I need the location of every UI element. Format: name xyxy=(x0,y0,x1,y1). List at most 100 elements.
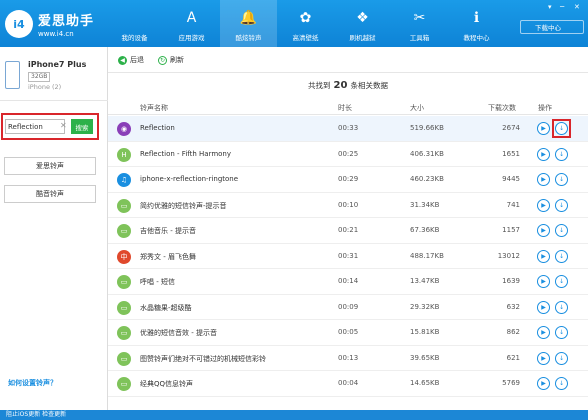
table-row[interactable]: ▭ 水晶糖果-超级酷 00:09 29.32KB 632 ▶ ↓ xyxy=(108,295,588,320)
table-row[interactable]: 中郑秀文 - 眉飞色舞 00:31 488.17KB 13012 ▶ ↓ xyxy=(108,244,588,269)
ringtone-icon: ▭ xyxy=(117,351,131,366)
play-icon[interactable]: ▶ xyxy=(537,351,550,365)
ringtone-size: 519.66KB xyxy=(410,124,444,132)
ringtone-duration: 00:33 xyxy=(338,124,359,132)
download-icon[interactable]: ↓ xyxy=(555,351,568,365)
ringtone-icon: ▭ xyxy=(117,326,131,340)
ringtone-downloads: 1157 xyxy=(502,226,520,234)
download-icon[interactable]: ↓ xyxy=(555,198,568,212)
download-icon[interactable]: ↓ xyxy=(555,147,568,161)
download-icon[interactable]: ↓ xyxy=(555,326,568,339)
cool-ringtones-button[interactable]: 酷音铃声 xyxy=(4,185,96,203)
app-logo: i4 爱思助手 www.i4.cn xyxy=(5,8,105,40)
play-icon[interactable]: ▶ xyxy=(537,300,550,314)
play-icon[interactable]: ▶ xyxy=(537,147,550,161)
col-duration: 时长 xyxy=(338,104,352,112)
dropbox-icon: ❖ xyxy=(356,10,369,26)
nav-item-5[interactable]: ✂ 工具箱 xyxy=(391,0,448,47)
nav-label: 高清壁纸 xyxy=(292,34,319,42)
result-count: 20 xyxy=(333,80,348,91)
table-row[interactable]: ♫ iphone-x-reflection-ringtone 00:29 460.23… xyxy=(108,167,588,193)
refresh-label: 刷新 xyxy=(170,56,184,64)
menu-icon[interactable]: ▾ xyxy=(548,3,552,11)
ringtone-downloads: 1639 xyxy=(502,277,520,285)
table-row[interactable]: ▭ 优雅的短信音效 - 提示音 00:05 15.81KB 862 ▶ ↓ xyxy=(108,320,588,346)
device-panel: iPhone7 Plus 32GB iPhone (2) xyxy=(0,47,108,101)
ringtone-downloads: 632 xyxy=(506,302,520,311)
play-icon[interactable]: ▶ xyxy=(537,198,550,212)
back-button[interactable]: ◀ 后退 xyxy=(118,55,144,65)
ringtone-name: 水晶糖果-超级酷 xyxy=(140,303,192,312)
info-icon: ℹ xyxy=(473,10,480,26)
ringtone-size: 39.65KB xyxy=(410,353,440,362)
nav-item-0[interactable]: 我的设备 xyxy=(106,0,163,47)
download-center-button[interactable]: 下载中心 xyxy=(520,20,584,34)
ringtone-duration: 00:31 xyxy=(338,251,359,260)
close-icon[interactable]: ✕ xyxy=(574,3,580,11)
ringtone-size: 67.36KB xyxy=(410,226,440,234)
ringtone-icon: ▭ xyxy=(117,198,131,213)
nav-item-4[interactable]: ❖ 刷机越狱 xyxy=(334,0,391,47)
download-icon[interactable]: ↓ xyxy=(555,377,568,390)
nav-label: 应用游戏 xyxy=(178,34,205,42)
download-icon[interactable]: ↓ xyxy=(555,275,568,288)
play-icon[interactable]: ▶ xyxy=(537,275,550,288)
hot-ringtones-button[interactable]: 爱思铃声 xyxy=(4,157,96,175)
main-nav: 我的设备 A 应用游戏 🔔 酷炫铃声 ✿ 高清壁纸 ❖ 刷机越狱 ✂ 工具箱 ℹ 教程中心 xyxy=(106,0,505,47)
ringtone-icon: ▭ xyxy=(117,275,131,289)
col-name: 铃声名称 xyxy=(140,104,168,112)
play-icon[interactable]: ▶ xyxy=(537,224,550,237)
nav-item-2[interactable]: 🔔 酷炫铃声 xyxy=(220,0,277,47)
download-icon[interactable]: ↓ xyxy=(555,173,568,186)
play-icon[interactable]: ▶ xyxy=(537,326,550,339)
nav-label: 酷炫铃声 xyxy=(235,34,262,42)
top-bar: i4 爱思助手 www.i4.cn 我的设备 A 应用游戏 🔔 酷炫铃声 ✿ 高清壁纸 ❖ 刷机… xyxy=(0,0,588,47)
howto-link[interactable]: 如何设置铃声？ xyxy=(8,378,57,388)
ringtone-downloads: 2674 xyxy=(502,124,520,132)
download-icon[interactable]: ↓ xyxy=(555,300,568,314)
table-row[interactable]: ▭ 图赞铃声们绝对不可错过的机械短信彩铃 00:13 39.65KB 621 ▶ ↓ xyxy=(108,346,588,371)
table-row[interactable]: ▭ 呼唱 - 短信 00:14 13.47KB 1639 ▶ ↓ xyxy=(108,269,588,295)
refresh-button[interactable]: ↻ 刷新 xyxy=(158,55,184,65)
download-icon[interactable]: ↓ xyxy=(555,224,568,237)
app-store-icon: A xyxy=(186,10,197,26)
ringtone-name: 简约优雅的短信铃声-提示音 xyxy=(140,201,227,210)
nav-item-6[interactable]: ℹ 教程中心 xyxy=(448,0,505,47)
table-row[interactable]: ◉ Reflection 00:33 519.66KB 2674 ▶ ↓ xyxy=(108,116,588,142)
ringtone-duration: 00:13 xyxy=(338,353,359,362)
ringtone-icon: ◉ xyxy=(117,122,131,136)
table-row[interactable]: ▭ 吉他音乐 - 提示音 00:21 67.36KB 1157 ▶ ↓ xyxy=(108,218,588,244)
ringtone-icon: ♫ xyxy=(117,173,131,187)
play-icon[interactable]: ▶ xyxy=(537,173,550,186)
search-button[interactable]: 搜索 xyxy=(71,119,93,134)
minimize-icon[interactable]: ─ xyxy=(560,3,564,11)
play-icon[interactable]: ▶ xyxy=(537,377,550,390)
table-row[interactable]: H Reflection - Fifth Harmony 00:25 406.31KB… xyxy=(108,142,588,167)
ringtone-name: 经典QQ信息铃声 xyxy=(140,380,194,388)
ringtone-downloads: 862 xyxy=(506,328,520,336)
apple-icon xyxy=(125,8,145,28)
ringtone-name: Reflection - Fifth Harmony xyxy=(140,149,232,158)
ringtone-size: 406.31KB xyxy=(410,149,444,158)
search-box: ✕ 搜索 xyxy=(1,113,99,140)
ringtone-downloads: 621 xyxy=(506,353,520,362)
ringtone-downloads: 13012 xyxy=(497,251,520,260)
ringtone-icon: H xyxy=(117,147,131,162)
tools-icon: ✂ xyxy=(413,10,426,26)
ringtone-duration: 00:21 xyxy=(338,226,359,234)
nav-item-3[interactable]: ✿ 高清壁纸 xyxy=(277,0,334,47)
ringtone-downloads: 1651 xyxy=(502,149,520,158)
nav-item-1[interactable]: A 应用游戏 xyxy=(163,0,220,47)
nav-label: 教程中心 xyxy=(463,34,490,42)
play-icon[interactable]: ▶ xyxy=(537,122,550,135)
clear-icon[interactable]: ✕ xyxy=(60,121,67,130)
table-row[interactable]: ▭ 经典QQ信息铃声 00:04 14.65KB 5769 ▶ ↓ xyxy=(108,371,588,397)
play-icon[interactable]: ▶ xyxy=(537,249,550,263)
download-icon[interactable]: ↓ xyxy=(555,249,568,263)
ringtone-name: iphone-x-reflection-ringtone xyxy=(140,175,239,183)
back-label: 后退 xyxy=(130,56,144,64)
col-size: 大小 xyxy=(410,104,424,112)
ringtone-name: 图赞铃声们绝对不可错过的机械短信彩铃 xyxy=(140,354,266,363)
table-row[interactable]: ▭ 简约优雅的短信铃声-提示音 00:10 31.34KB 741 ▶ ↓ xyxy=(108,193,588,218)
search-input[interactable] xyxy=(5,119,65,134)
